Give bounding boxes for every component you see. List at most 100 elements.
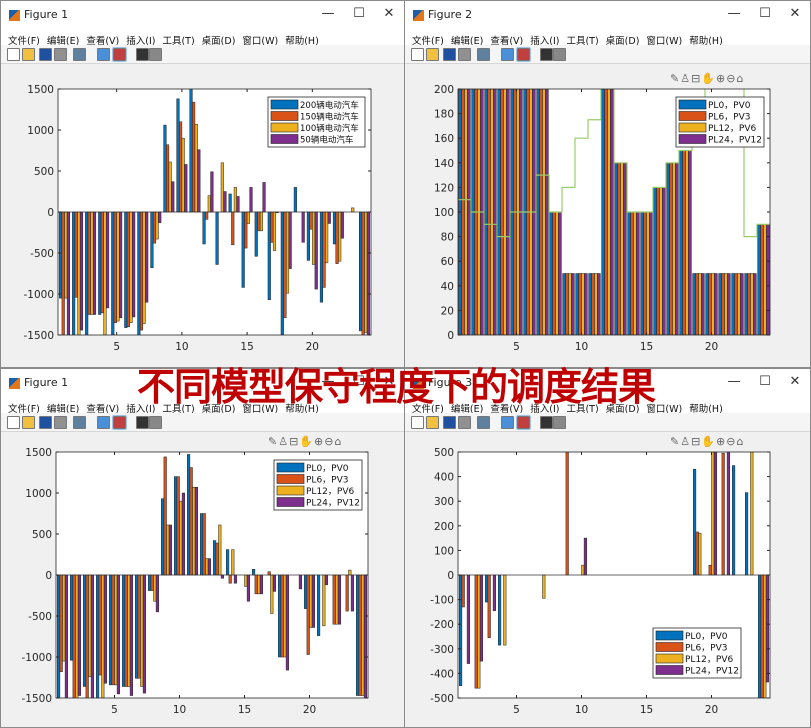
legend-label: PL6，PV3 bbox=[685, 644, 727, 654]
bar bbox=[490, 89, 494, 335]
bar bbox=[500, 89, 504, 335]
bar bbox=[213, 540, 217, 576]
legend[interactable]: PL0，PV0 PL6，PV3PL12，PV6 PL24，PV12 bbox=[652, 627, 742, 679]
bar bbox=[335, 574, 339, 625]
x-tick-label: 10 bbox=[175, 341, 188, 353]
bar bbox=[64, 574, 68, 698]
bar bbox=[116, 211, 120, 322]
bar bbox=[181, 492, 185, 576]
bar bbox=[90, 211, 94, 315]
bar bbox=[59, 211, 63, 299]
bar bbox=[184, 164, 188, 213]
y-tick-label: 0 bbox=[447, 570, 454, 582]
bar bbox=[124, 211, 128, 328]
y-tick-label: 0 bbox=[447, 330, 454, 342]
bar bbox=[64, 211, 68, 299]
bar bbox=[744, 273, 748, 335]
bar bbox=[77, 211, 81, 335]
bar bbox=[194, 124, 198, 213]
bar bbox=[695, 273, 699, 335]
bar bbox=[181, 137, 185, 213]
legend-label: PL6，PV3 bbox=[306, 476, 348, 486]
bar bbox=[249, 187, 253, 213]
bar bbox=[129, 211, 133, 323]
figure-window: Figure 1— ☐ ✕ 文件(F) 编辑(E) 查看(V) 插入(I) 工具(T) 桌面(D… bbox=[0, 0, 405, 368]
bar bbox=[731, 273, 735, 335]
y-tick-label: 400 bbox=[434, 472, 454, 484]
legend[interactable]: PL0，PV0 PL6，PV3PL12，PV6 PL24，PV12 bbox=[273, 459, 363, 511]
bar bbox=[617, 162, 621, 335]
y-tick-label: 20 bbox=[441, 305, 454, 317]
legend-label: PL0，PV0 bbox=[306, 464, 349, 474]
bar bbox=[461, 574, 465, 608]
bar bbox=[601, 89, 605, 335]
bar bbox=[254, 574, 258, 595]
bar bbox=[267, 571, 271, 576]
bar bbox=[317, 574, 321, 636]
bar bbox=[659, 187, 663, 335]
legend[interactable]: PL0，PV0 PL6，PV3PL12，PV6 PL24，PV12 bbox=[675, 96, 765, 148]
bar bbox=[479, 574, 483, 662]
x-tick-label: 15 bbox=[640, 341, 653, 353]
bar bbox=[57, 574, 61, 698]
bar bbox=[705, 273, 709, 335]
legend-label: 150辆电动汽车 bbox=[300, 112, 359, 123]
bar bbox=[77, 574, 81, 696]
legend-swatch bbox=[678, 122, 707, 133]
legend[interactable]: 200辆电动汽车150辆电动汽车100辆电动汽车50辆电动汽车 bbox=[267, 96, 366, 148]
bar bbox=[698, 273, 702, 335]
bar bbox=[763, 574, 767, 698]
bar bbox=[679, 150, 683, 335]
bar bbox=[578, 273, 582, 335]
bar bbox=[148, 574, 152, 591]
x-tick-label: 5 bbox=[513, 704, 520, 716]
bar bbox=[552, 211, 556, 335]
bar bbox=[724, 273, 728, 335]
bar bbox=[103, 574, 107, 684]
bar bbox=[142, 211, 146, 324]
bar bbox=[584, 273, 588, 335]
bar bbox=[338, 211, 342, 262]
bar bbox=[604, 89, 608, 335]
bar bbox=[366, 211, 370, 335]
bar bbox=[90, 574, 94, 698]
bar bbox=[192, 101, 196, 213]
bar bbox=[757, 224, 761, 335]
bar bbox=[693, 468, 697, 576]
bar bbox=[682, 150, 686, 335]
legend-swatch bbox=[655, 630, 684, 641]
bar bbox=[758, 574, 762, 698]
y-tick-label: -300 bbox=[430, 644, 454, 656]
bar bbox=[124, 574, 128, 687]
bar bbox=[231, 211, 235, 246]
y-tick-label: 40 bbox=[441, 281, 454, 293]
bar bbox=[259, 574, 263, 595]
bar bbox=[747, 273, 751, 335]
bar bbox=[322, 574, 326, 627]
bar bbox=[158, 211, 162, 223]
bar bbox=[79, 211, 84, 331]
bar bbox=[103, 211, 107, 335]
bar bbox=[356, 574, 360, 696]
bar bbox=[270, 574, 274, 614]
bar bbox=[571, 273, 575, 335]
bar bbox=[591, 273, 595, 335]
y-tick-label: 140 bbox=[434, 158, 454, 170]
bar bbox=[740, 273, 744, 335]
bar bbox=[493, 89, 497, 335]
bar bbox=[487, 574, 491, 638]
bar bbox=[348, 569, 352, 576]
bar bbox=[280, 211, 284, 335]
bar bbox=[672, 162, 676, 335]
bar bbox=[189, 467, 193, 576]
bar bbox=[633, 211, 637, 335]
bar bbox=[708, 273, 712, 335]
legend-label: PL12，PV6 bbox=[685, 655, 733, 665]
bar bbox=[244, 211, 248, 249]
bar bbox=[485, 574, 489, 603]
x-tick-label: 10 bbox=[575, 704, 588, 716]
bar bbox=[280, 574, 284, 658]
bar bbox=[150, 574, 154, 591]
bar bbox=[692, 273, 696, 335]
figure-window: Figure 3— ☐ ✕ 文件(F) 编辑(E) 查看(V) 插入(I) 工具(T) 桌面(D… bbox=[404, 368, 811, 728]
